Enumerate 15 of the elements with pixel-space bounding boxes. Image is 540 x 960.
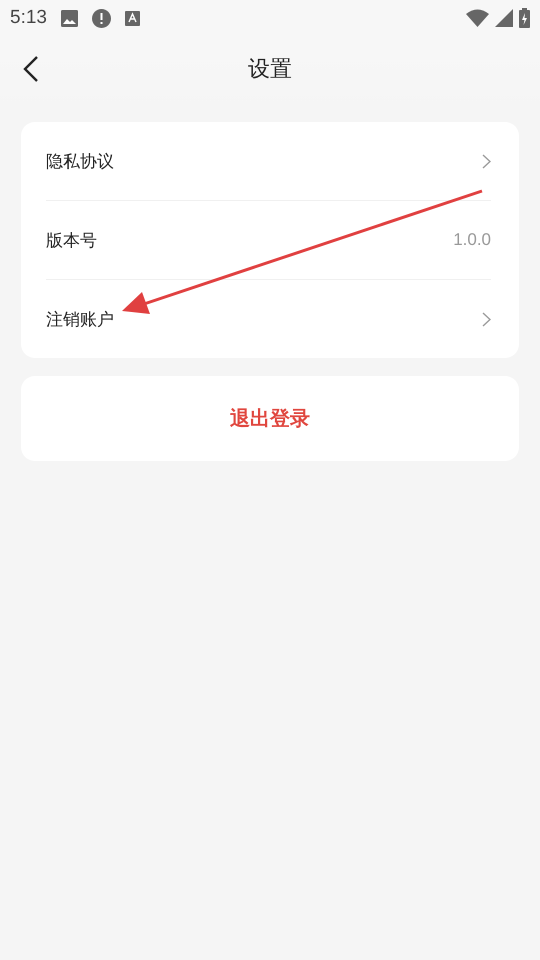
status-time: 5:13 [10,7,47,29]
logout-button[interactable]: 退出登录 [21,376,519,461]
page-title: 设置 [248,56,292,84]
wifi-icon [466,9,489,27]
settings-item[interactable]: 隐私协议 [46,150,114,172]
settings-label: 版本号 [46,230,97,252]
signal-icon [495,9,513,27]
settings-item[interactable]: 注销账户 [46,308,114,330]
version-value: 1.0.0 [453,230,491,250]
keyboard-icon [124,10,140,26]
battery-icon [519,8,530,28]
image-icon [60,10,78,26]
chevron-right-icon [482,154,491,168]
alert-icon [92,8,111,28]
chevron-right-icon [482,312,491,326]
